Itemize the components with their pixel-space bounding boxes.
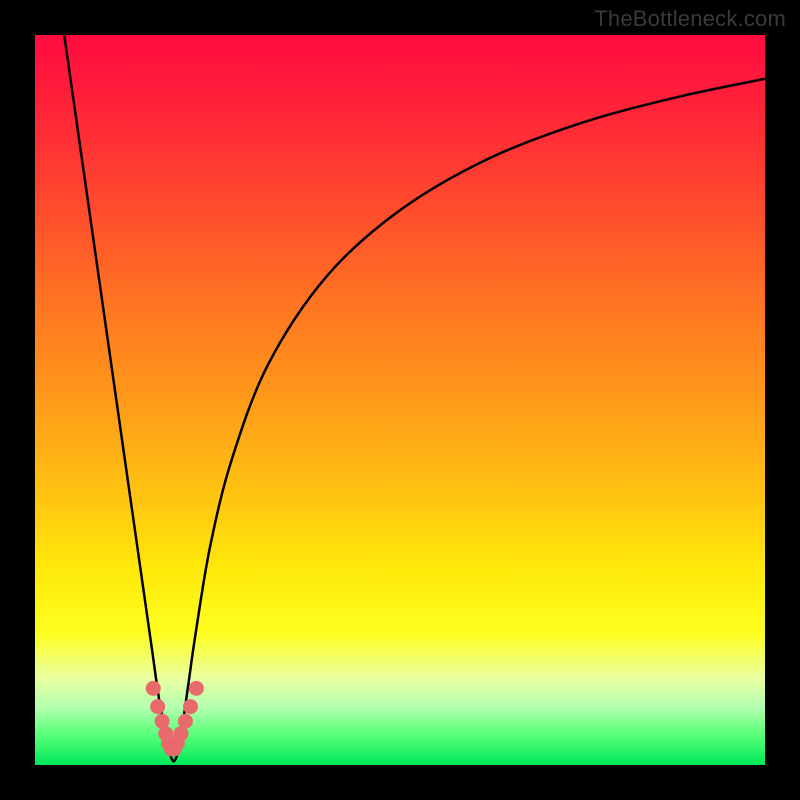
curve-layer: [35, 35, 765, 765]
bottleneck-curve: [64, 35, 765, 761]
valley-markers: [146, 681, 204, 757]
valley-marker: [146, 681, 161, 696]
valley-marker: [183, 699, 198, 714]
valley-marker: [189, 681, 204, 696]
plot-area: [35, 35, 765, 765]
valley-marker: [150, 699, 165, 714]
valley-marker: [178, 714, 193, 729]
chart-frame: TheBottleneck.com: [0, 0, 800, 800]
watermark-text: TheBottleneck.com: [594, 6, 786, 32]
